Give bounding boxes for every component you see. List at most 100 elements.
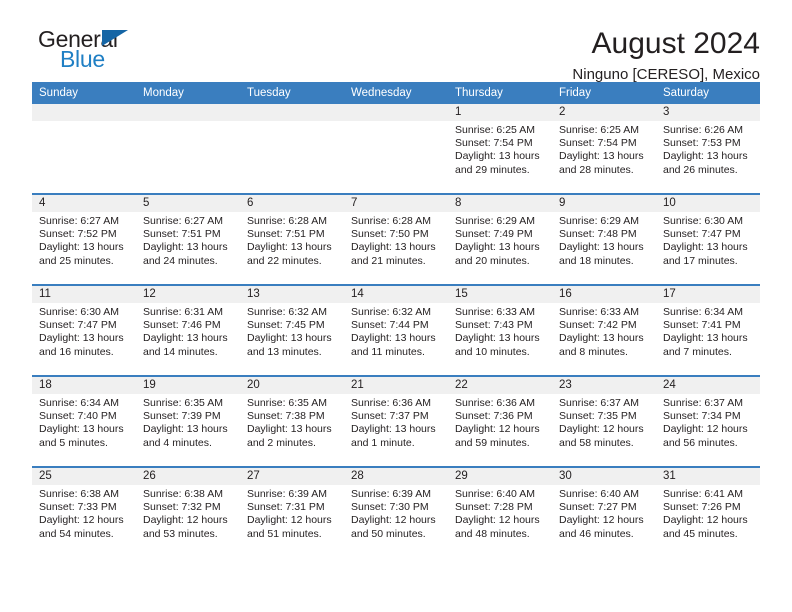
day-number: 26 — [136, 468, 240, 485]
calendar-day-cell[interactable]: 26 Sunrise: 6:38 AM Sunset: 7:32 PM Dayligh… — [136, 466, 240, 557]
day-number: 31 — [656, 468, 760, 485]
calendar-day-cell[interactable]: 21 Sunrise: 6:36 AM Sunset: 7:37 PM Dayligh… — [344, 375, 448, 467]
calendar-day-cell[interactable]: 29 Sunrise: 6:40 AM Sunset: 7:28 PM Dayligh… — [448, 466, 552, 557]
sunrise-text: Sunrise: 6:33 AM — [455, 306, 535, 318]
page-title: August 2024 — [591, 27, 760, 60]
day-number: 6 — [240, 195, 344, 212]
day-cell-inner: 6 Sunrise: 6:28 AM Sunset: 7:51 PM Daylight… — [240, 195, 344, 284]
daylight-text-line2: and 46 minutes. — [559, 527, 634, 540]
calendar-day-cell[interactable]: 7 Sunrise: 6:28 AM Sunset: 7:50 PM Daylight… — [344, 193, 448, 285]
weekday-header-monday: Monday — [136, 82, 240, 104]
calendar-day-cell[interactable]: 31 Sunrise: 6:41 AM Sunset: 7:26 PM Dayligh… — [656, 466, 760, 557]
sunrise-text: Sunrise: 6:28 AM — [351, 215, 431, 227]
calendar-day-cell-empty — [240, 104, 344, 194]
day-number: 11 — [32, 286, 136, 303]
calendar-day-cell[interactable]: 23 Sunrise: 6:37 AM Sunset: 7:35 PM Dayligh… — [552, 375, 656, 467]
calendar-day-cell[interactable]: 18 Sunrise: 6:34 AM Sunset: 7:40 PM Dayligh… — [32, 375, 136, 467]
day-cell-inner: 13 Sunrise: 6:32 AM Sunset: 7:45 PM Dayligh… — [240, 286, 344, 375]
day-cell-inner: 30 Sunrise: 6:40 AM Sunset: 7:27 PM Dayligh… — [552, 468, 656, 557]
day-cell-inner: 17 Sunrise: 6:34 AM Sunset: 7:41 PM Dayligh… — [656, 286, 760, 375]
day-number: 20 — [240, 377, 344, 394]
calendar-day-cell[interactable]: 15 Sunrise: 6:33 AM Sunset: 7:43 PM Dayligh… — [448, 284, 552, 376]
calendar-day-cell[interactable]: 17 Sunrise: 6:34 AM Sunset: 7:41 PM Dayligh… — [656, 284, 760, 376]
calendar-day-cell[interactable]: 20 Sunrise: 6:35 AM Sunset: 7:38 PM Dayligh… — [240, 375, 344, 467]
daylight-text-line1: Daylight: 13 hours — [559, 332, 644, 345]
day-cell-inner: 4 Sunrise: 6:27 AM Sunset: 7:52 PM Daylight… — [32, 195, 136, 284]
day-cell-details: Sunrise: 6:35 AM Sunset: 7:38 PM Daylight:… — [240, 394, 344, 450]
sunset-text: Sunset: 7:33 PM — [39, 501, 117, 514]
logo-triangle-icon — [102, 30, 128, 46]
day-cell-details: Sunrise: 6:25 AM Sunset: 7:54 PM Daylight:… — [448, 121, 552, 177]
daylight-text-line2: and 59 minutes. — [455, 436, 530, 449]
calendar-day-cell[interactable]: 28 Sunrise: 6:39 AM Sunset: 7:30 PM Dayligh… — [344, 466, 448, 557]
calendar-day-cell[interactable]: 2 Sunrise: 6:25 AM Sunset: 7:54 PM Daylight… — [552, 104, 656, 194]
calendar-week-row: 11 Sunrise: 6:30 AM Sunset: 7:47 PM Dayligh… — [32, 284, 760, 376]
daylight-text-line1: Daylight: 13 hours — [455, 150, 540, 163]
day-number: 16 — [552, 286, 656, 303]
calendar-day-cell[interactable]: 16 Sunrise: 6:33 AM Sunset: 7:42 PM Dayligh… — [552, 284, 656, 376]
sunset-text: Sunset: 7:54 PM — [559, 137, 637, 150]
day-number: 9 — [552, 195, 656, 212]
sunset-text: Sunset: 7:46 PM — [143, 319, 221, 332]
sunrise-text: Sunrise: 6:35 AM — [143, 397, 223, 409]
day-cell-inner: 2 Sunrise: 6:25 AM Sunset: 7:54 PM Daylight… — [552, 104, 656, 193]
calendar-day-cell[interactable]: 1 Sunrise: 6:25 AM Sunset: 7:54 PM Daylight… — [448, 104, 552, 194]
day-cell-inner: 24 Sunrise: 6:37 AM Sunset: 7:34 PM Dayligh… — [656, 377, 760, 466]
sunset-text: Sunset: 7:50 PM — [351, 228, 429, 241]
day-cell-inner: 29 Sunrise: 6:40 AM Sunset: 7:28 PM Dayligh… — [448, 468, 552, 557]
sunset-text: Sunset: 7:26 PM — [663, 501, 741, 514]
day-number: 28 — [344, 468, 448, 485]
sunrise-text: Sunrise: 6:35 AM — [247, 397, 327, 409]
day-cell-details: Sunrise: 6:32 AM Sunset: 7:45 PM Daylight:… — [240, 303, 344, 359]
calendar-day-cell[interactable]: 27 Sunrise: 6:39 AM Sunset: 7:31 PM Dayligh… — [240, 466, 344, 557]
calendar-body: 1 Sunrise: 6:25 AM Sunset: 7:54 PM Daylight… — [32, 104, 760, 557]
day-cell-inner: 23 Sunrise: 6:37 AM Sunset: 7:35 PM Dayligh… — [552, 377, 656, 466]
day-cell-inner: 19 Sunrise: 6:35 AM Sunset: 7:39 PM Dayligh… — [136, 377, 240, 466]
calendar-day-cell[interactable]: 25 Sunrise: 6:38 AM Sunset: 7:33 PM Dayligh… — [32, 466, 136, 557]
sunrise-text: Sunrise: 6:25 AM — [455, 124, 535, 136]
daylight-text-line1: Daylight: 13 hours — [39, 423, 124, 436]
daylight-text-line1: Daylight: 12 hours — [351, 514, 436, 527]
calendar-day-cell[interactable]: 5 Sunrise: 6:27 AM Sunset: 7:51 PM Daylight… — [136, 193, 240, 285]
daylight-text-line2: and 26 minutes. — [663, 163, 738, 176]
sunrise-text: Sunrise: 6:28 AM — [247, 215, 327, 227]
daylight-text-line2: and 2 minutes. — [247, 436, 316, 449]
calendar-week-row: 25 Sunrise: 6:38 AM Sunset: 7:33 PM Dayligh… — [32, 466, 760, 557]
calendar-day-cell[interactable]: 6 Sunrise: 6:28 AM Sunset: 7:51 PM Daylight… — [240, 193, 344, 285]
general-blue-logo[interactable]: General Blue — [32, 28, 162, 74]
calendar-day-cell[interactable]: 11 Sunrise: 6:30 AM Sunset: 7:47 PM Dayligh… — [32, 284, 136, 376]
daylight-text-line2: and 17 minutes. — [663, 254, 738, 267]
daylight-text-line1: Daylight: 13 hours — [663, 150, 748, 163]
calendar-day-cell[interactable]: 3 Sunrise: 6:26 AM Sunset: 7:53 PM Daylight… — [656, 104, 760, 194]
daylight-text-line1: Daylight: 13 hours — [559, 150, 644, 163]
day-cell-details: Sunrise: 6:29 AM Sunset: 7:49 PM Daylight:… — [448, 212, 552, 268]
daylight-text-line2: and 29 minutes. — [455, 163, 530, 176]
calendar-day-cell[interactable]: 24 Sunrise: 6:37 AM Sunset: 7:34 PM Dayligh… — [656, 375, 760, 467]
calendar-day-cell[interactable]: 22 Sunrise: 6:36 AM Sunset: 7:36 PM Dayligh… — [448, 375, 552, 467]
calendar-day-cell[interactable]: 10 Sunrise: 6:30 AM Sunset: 7:47 PM Dayligh… — [656, 193, 760, 285]
calendar-day-cell[interactable]: 30 Sunrise: 6:40 AM Sunset: 7:27 PM Dayligh… — [552, 466, 656, 557]
day-cell-details: Sunrise: 6:31 AM Sunset: 7:46 PM Daylight:… — [136, 303, 240, 359]
day-number: 3 — [656, 104, 760, 121]
calendar-day-cell[interactable]: 12 Sunrise: 6:31 AM Sunset: 7:46 PM Dayligh… — [136, 284, 240, 376]
day-cell-inner: 27 Sunrise: 6:39 AM Sunset: 7:31 PM Dayligh… — [240, 468, 344, 557]
daylight-text-line1: Daylight: 13 hours — [663, 332, 748, 345]
sunrise-text: Sunrise: 6:29 AM — [559, 215, 639, 227]
calendar-day-cell[interactable]: 13 Sunrise: 6:32 AM Sunset: 7:45 PM Dayligh… — [240, 284, 344, 376]
daylight-text-line1: Daylight: 13 hours — [663, 241, 748, 254]
sunrise-text: Sunrise: 6:26 AM — [663, 124, 743, 136]
calendar-day-cell[interactable]: 8 Sunrise: 6:29 AM Sunset: 7:49 PM Daylight… — [448, 193, 552, 285]
day-cell-inner: 26 Sunrise: 6:38 AM Sunset: 7:32 PM Dayligh… — [136, 468, 240, 557]
page-subtitle: Ninguno [CERESO], Mexico — [572, 65, 760, 83]
daylight-text-line1: Daylight: 12 hours — [455, 514, 540, 527]
calendar-day-cell[interactable]: 14 Sunrise: 6:32 AM Sunset: 7:44 PM Dayligh… — [344, 284, 448, 376]
day-number: 25 — [32, 468, 136, 485]
calendar-day-cell[interactable]: 9 Sunrise: 6:29 AM Sunset: 7:48 PM Daylight… — [552, 193, 656, 285]
daylight-text-line1: Daylight: 12 hours — [559, 514, 644, 527]
daylight-text-line2: and 20 minutes. — [455, 254, 530, 267]
calendar-day-cell[interactable]: 19 Sunrise: 6:35 AM Sunset: 7:39 PM Dayligh… — [136, 375, 240, 467]
day-cell-details: Sunrise: 6:35 AM Sunset: 7:39 PM Daylight:… — [136, 394, 240, 450]
calendar-day-cell[interactable]: 4 Sunrise: 6:27 AM Sunset: 7:52 PM Daylight… — [32, 193, 136, 285]
daylight-text-line2: and 56 minutes. — [663, 436, 738, 449]
day-cell-details: Sunrise: 6:41 AM Sunset: 7:26 PM Daylight:… — [656, 485, 760, 541]
